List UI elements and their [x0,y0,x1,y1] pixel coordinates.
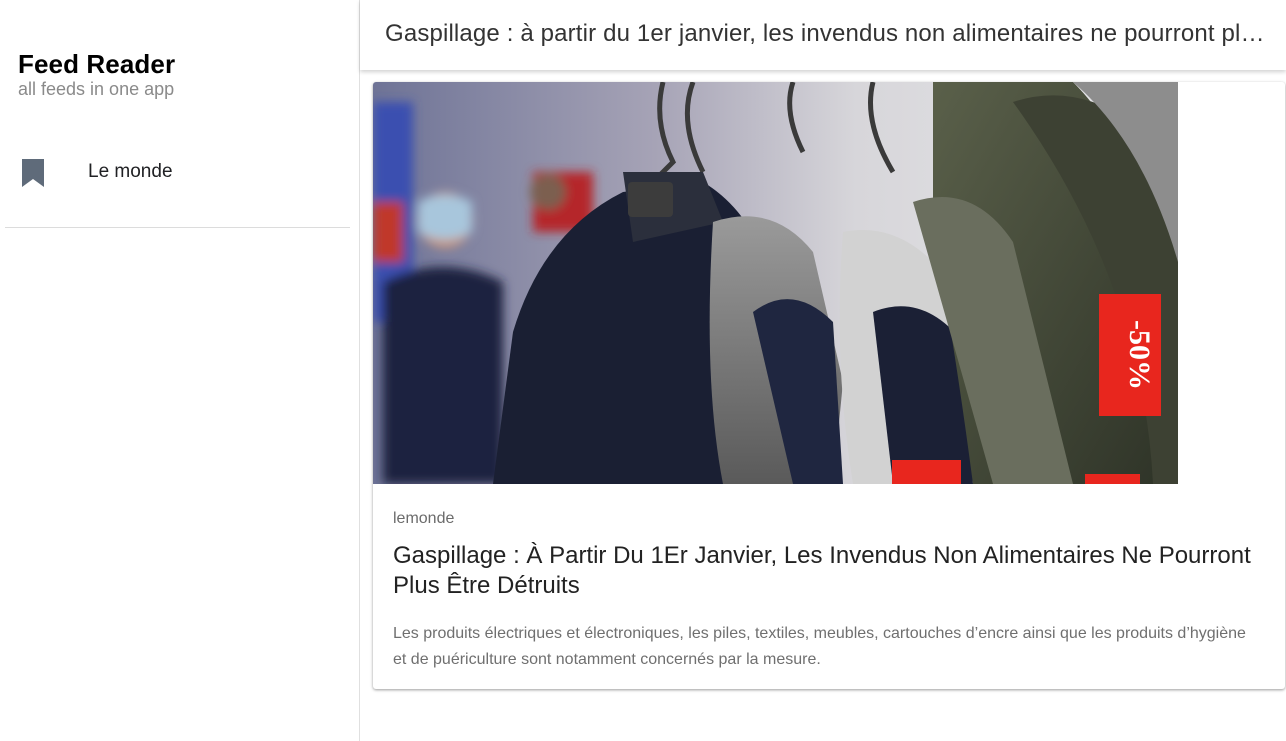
bookmark-icon [22,159,44,187]
feed-reader-app: Feed Reader all feeds in one app Le mond… [0,0,1286,741]
article-description: Les produits électriques et électronique… [393,625,1246,668]
sidebar-divider [5,227,350,228]
article-card[interactable]: -50% lemonde Gaspillage : À Partir Du 1E… [373,82,1285,689]
app-title: Feed Reader [18,49,176,79]
sidebar-item-le-monde[interactable]: Le monde [5,145,350,200]
page-title: Gaspillage : à partir du 1er janvier, le… [385,20,1269,47]
article-image: -50% [373,82,1178,484]
article-title[interactable]: Gaspillage : À Partir Du 1Er Janvier, Le… [393,541,1253,601]
sale-tag-label: -50% [1123,320,1156,390]
sidebar: Feed Reader all feeds in one app Le mond… [0,0,360,741]
brand: Feed Reader all feeds in one app [18,48,175,100]
article-source: lemonde [393,510,455,527]
top-bar: Gaspillage : à partir du 1er janvier, le… [360,0,1286,70]
app-subtitle: all feeds in one app [18,79,175,99]
sidebar-item-label: Le monde [88,161,173,182]
